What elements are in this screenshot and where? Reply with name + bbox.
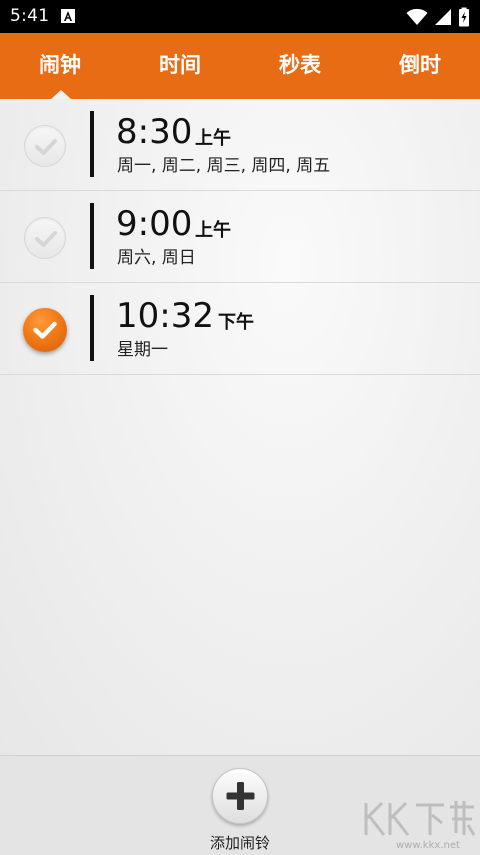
plus-icon xyxy=(226,782,255,810)
tab-stopwatch[interactable]: 秒表 xyxy=(240,33,360,99)
alarm-time: 8:30 xyxy=(116,112,193,152)
alarm-toggle[interactable] xyxy=(23,308,67,352)
divider-bar xyxy=(90,295,94,361)
add-alarm-button[interactable] xyxy=(212,768,268,824)
alarm-ampm: 下午 xyxy=(218,312,254,333)
status-bar: 5:41 xyxy=(0,0,480,33)
alarm-toggle[interactable] xyxy=(24,217,66,259)
alarm-days: 周一, 周二, 周三, 周四, 周五 xyxy=(117,156,331,176)
status-time: 5:41 xyxy=(10,6,50,26)
divider-bar xyxy=(90,111,94,177)
alarm-ampm: 上午 xyxy=(195,220,231,241)
check-icon xyxy=(33,321,57,339)
alarm-list: 8:30 上午 周一, 周二, 周三, 周四, 周五 9:00 上午 周六, 周… xyxy=(0,99,480,755)
tab-clock[interactable]: 时间 xyxy=(120,33,240,99)
watermark-logo: www.kkx.net xyxy=(360,795,478,851)
status-icons xyxy=(406,7,470,27)
notification-a-icon xyxy=(61,9,75,23)
check-icon xyxy=(35,139,57,155)
divider-bar xyxy=(90,203,94,269)
alarm-row[interactable]: 8:30 上午 周一, 周二, 周三, 周四, 周五 xyxy=(0,99,480,191)
selected-tab-indicator xyxy=(51,90,71,99)
wifi-icon xyxy=(406,8,428,26)
alarm-row[interactable]: 10:32 下午 星期一 xyxy=(0,283,480,375)
alarm-time: 10:32 xyxy=(116,296,214,336)
battery-icon xyxy=(458,7,470,27)
alarm-ampm: 上午 xyxy=(195,128,231,149)
tab-countdown[interactable]: 倒时 xyxy=(360,33,480,99)
alarm-row[interactable]: 9:00 上午 周六, 周日 xyxy=(0,191,480,283)
svg-text:www.kkx.net: www.kkx.net xyxy=(396,840,460,851)
cell-signal-icon xyxy=(434,8,452,26)
check-icon xyxy=(35,231,57,247)
alarm-days: 周六, 周日 xyxy=(117,248,196,268)
alarm-time: 9:00 xyxy=(116,204,193,244)
tab-bar: 闹钟 时间 秒表 倒时 xyxy=(0,33,480,99)
add-alarm-label: 添加闹铃 xyxy=(209,834,270,852)
alarm-toggle[interactable] xyxy=(24,125,66,167)
alarm-days: 星期一 xyxy=(117,340,168,360)
